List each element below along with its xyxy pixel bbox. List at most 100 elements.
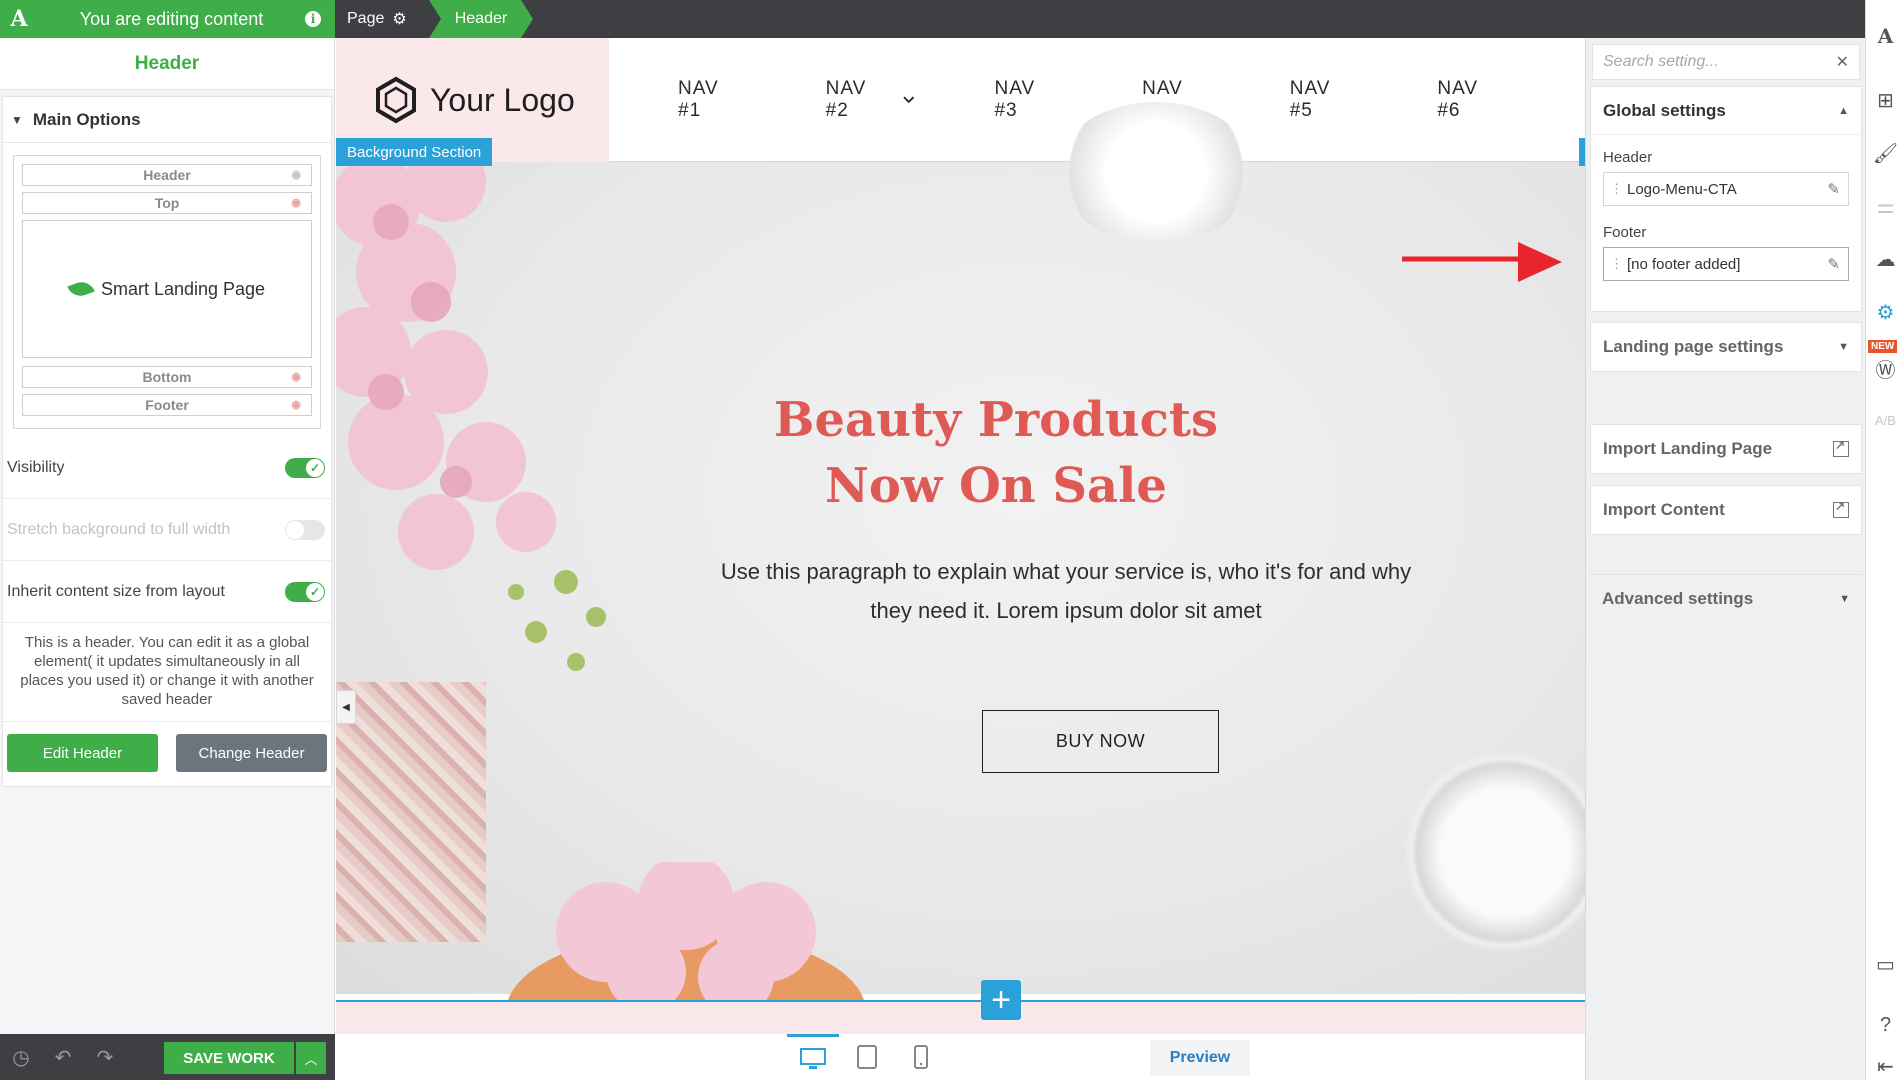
external-link-icon bbox=[1833, 438, 1849, 457]
collapse-panel-caret-left-icon[interactable]: ◀ bbox=[336, 690, 356, 724]
site-header[interactable]: Your Logo NAV #1 NAV #2 NAV #3 NAV #4 NA… bbox=[336, 38, 1585, 162]
import-content-label: Import Content bbox=[1603, 500, 1725, 519]
leaf-logo-icon bbox=[67, 278, 95, 300]
exit-icon[interactable]: ⇤ bbox=[1866, 1046, 1904, 1080]
layout-row-footer[interactable]: Footer ◉ bbox=[22, 394, 312, 416]
stretch-toggle[interactable] bbox=[285, 519, 325, 540]
add-element-icon[interactable]: ⊞ bbox=[1866, 80, 1904, 120]
layout-row-top[interactable]: Top ◉ bbox=[22, 192, 312, 214]
import-content-button[interactable]: Import Content bbox=[1591, 486, 1861, 534]
global-settings-toggle[interactable]: Global settings ▲ bbox=[1591, 87, 1861, 135]
stretch-option: Stretch background to full width bbox=[3, 499, 331, 561]
history-icon[interactable]: ◷ bbox=[0, 1045, 42, 1070]
close-icon[interactable]: ✕ bbox=[1836, 52, 1849, 72]
desktop-view-button[interactable] bbox=[787, 1034, 839, 1080]
add-section-button[interactable]: + bbox=[981, 980, 1021, 1020]
header-template-select[interactable]: ⋮ Logo-Menu-CTA ✎ bbox=[1603, 172, 1849, 206]
save-work-button[interactable]: SAVE WORK bbox=[164, 1042, 294, 1074]
tablet-view-button[interactable] bbox=[841, 1034, 893, 1080]
save-options-chevron-up-icon[interactable]: ︿ bbox=[296, 1042, 326, 1074]
editing-banner: A You are editing content i bbox=[0, 0, 335, 38]
pencil-icon[interactable]: ✎ bbox=[1827, 180, 1840, 198]
import-landing-page-button[interactable]: Import Landing Page bbox=[1591, 425, 1861, 473]
nav-item-1[interactable]: NAV #1 bbox=[678, 78, 746, 122]
settings-panel: Search setting... ✕ Global settings ▲ He… bbox=[1585, 38, 1865, 1080]
toggle-knob bbox=[286, 520, 304, 539]
undo-icon[interactable]: ↶ bbox=[42, 1045, 84, 1070]
gear-icon[interactable]: ⚙ bbox=[392, 9, 406, 29]
next-section-preview bbox=[336, 1002, 1585, 1034]
inherit-toggle[interactable]: ✓ bbox=[285, 581, 325, 602]
inbox-icon[interactable]: ▭ bbox=[1866, 944, 1904, 984]
advanced-settings-card[interactable]: Advanced settings ▼ bbox=[1590, 574, 1862, 623]
visibility-toggle[interactable]: ✓ bbox=[285, 457, 325, 478]
landing-page-settings-card[interactable]: Landing page settings ▼ bbox=[1590, 322, 1862, 372]
advanced-settings-label: Advanced settings bbox=[1602, 589, 1754, 608]
layout-row-label: Footer bbox=[145, 397, 189, 413]
main-options-label: Main Options bbox=[32, 109, 141, 129]
inherit-label: Inherit content size from layout bbox=[7, 582, 225, 600]
sliders-icon[interactable]: ⚌ bbox=[1866, 186, 1904, 226]
caret-down-icon: ▼ bbox=[1838, 341, 1849, 353]
main-options-toggle[interactable]: ▼ Main Options bbox=[3, 97, 331, 143]
pencil-icon[interactable]: ✎ bbox=[1827, 255, 1840, 273]
nav-item-2[interactable]: NAV #2 bbox=[826, 78, 915, 122]
import-content-card[interactable]: Import Content bbox=[1590, 485, 1862, 535]
redo-icon[interactable]: ↷ bbox=[84, 1045, 126, 1070]
background-section[interactable]: Beauty Products Now On Sale Use this par… bbox=[336, 102, 1585, 1000]
landing-page-settings-toggle[interactable]: Landing page settings ▼ bbox=[1591, 323, 1861, 371]
mobile-view-button[interactable] bbox=[895, 1034, 947, 1080]
header-actions: Edit Header Change Header bbox=[3, 722, 331, 786]
import-landing-page-label: Import Landing Page bbox=[1603, 439, 1773, 458]
global-settings-card: Global settings ▲ Header ⋮ Logo-Menu-CTA… bbox=[1590, 86, 1862, 312]
header-template-value: Logo-Menu-CTA bbox=[1627, 180, 1737, 198]
layout-content-area[interactable]: Smart Landing Page bbox=[22, 220, 312, 358]
settings-gear-icon[interactable]: ⚙ bbox=[1866, 292, 1904, 332]
nav-item-6[interactable]: NAV #6 bbox=[1437, 78, 1505, 122]
tool-rail: A ⊞ 🖌 ⚌ ☁ ⚙ NEW Ⓦ A/B ▭ ? ⇤ bbox=[1865, 0, 1904, 1080]
eye-hidden-icon[interactable]: ◉ bbox=[291, 370, 301, 383]
caret-down-icon: ▼ bbox=[11, 112, 23, 127]
breadcrumb-current[interactable]: Header bbox=[428, 0, 534, 38]
ab-test-icon[interactable]: A/B bbox=[1866, 400, 1904, 440]
section-label-tag[interactable]: Background Section bbox=[336, 138, 493, 166]
brush-icon[interactable]: 🖌 bbox=[1866, 133, 1904, 173]
chevron-down-icon bbox=[903, 96, 915, 104]
import-landing-page-card[interactable]: Import Landing Page bbox=[1590, 424, 1862, 474]
breadcrumb-page-label: Page bbox=[347, 10, 385, 27]
preview-button[interactable]: Preview bbox=[1150, 1040, 1250, 1076]
eye-icon[interactable]: ◉ bbox=[291, 168, 301, 181]
device-switcher: Preview bbox=[336, 1034, 1585, 1080]
edit-header-button[interactable]: Edit Header bbox=[7, 734, 158, 772]
eye-hidden-icon[interactable]: ◉ bbox=[291, 196, 301, 209]
nav-item-3[interactable]: NAV #3 bbox=[994, 78, 1062, 122]
brand-a-icon[interactable]: A bbox=[1866, 16, 1904, 56]
hero-title-line-1: Beauty Products bbox=[773, 392, 1219, 448]
landing-page-settings-label: Landing page settings bbox=[1603, 337, 1784, 356]
breadcrumb-page[interactable]: Page ⚙ bbox=[335, 0, 421, 38]
flowers-decoration bbox=[336, 162, 606, 671]
hero-paragraph: Use this paragraph to explain what your … bbox=[720, 559, 1412, 623]
settings-search-input[interactable]: Search setting... ✕ bbox=[1592, 44, 1860, 80]
advanced-settings-toggle[interactable]: Advanced settings ▼ bbox=[1590, 575, 1862, 623]
eye-hidden-icon[interactable]: ◉ bbox=[291, 398, 301, 411]
breadcrumb-current-label: Header bbox=[454, 10, 508, 27]
cloud-download-icon[interactable]: ☁ bbox=[1866, 239, 1904, 279]
change-header-button[interactable]: Change Header bbox=[176, 734, 327, 772]
nav-item-5[interactable]: NAV #5 bbox=[1290, 78, 1358, 122]
layout-row-label: Bottom bbox=[142, 369, 192, 385]
brand-logo-icon[interactable]: A bbox=[0, 0, 38, 38]
wordpress-icon[interactable]: Ⓦ bbox=[1866, 348, 1904, 388]
global-settings-label: Global settings bbox=[1603, 100, 1726, 120]
nav-item-2-label: NAV #2 bbox=[825, 78, 867, 121]
help-icon[interactable]: ? bbox=[1866, 1005, 1904, 1045]
buy-now-button[interactable]: BUY NOW bbox=[982, 710, 1219, 773]
layout-row-bottom[interactable]: Bottom ◉ bbox=[22, 366, 312, 388]
salt-crystals-decoration bbox=[336, 682, 486, 942]
stretch-label: Stretch background to full width bbox=[7, 520, 231, 538]
footer-template-select[interactable]: ⋮ [no footer added] ✎ bbox=[1603, 247, 1849, 281]
page-canvas: Your Logo NAV #1 NAV #2 NAV #3 NAV #4 NA… bbox=[336, 38, 1585, 1000]
layout-row-header[interactable]: Header ◉ bbox=[22, 164, 312, 186]
layout-preview: Header ◉ Top ◉ Smart Landing Page Bottom… bbox=[13, 155, 321, 429]
info-icon[interactable]: i bbox=[305, 11, 321, 27]
